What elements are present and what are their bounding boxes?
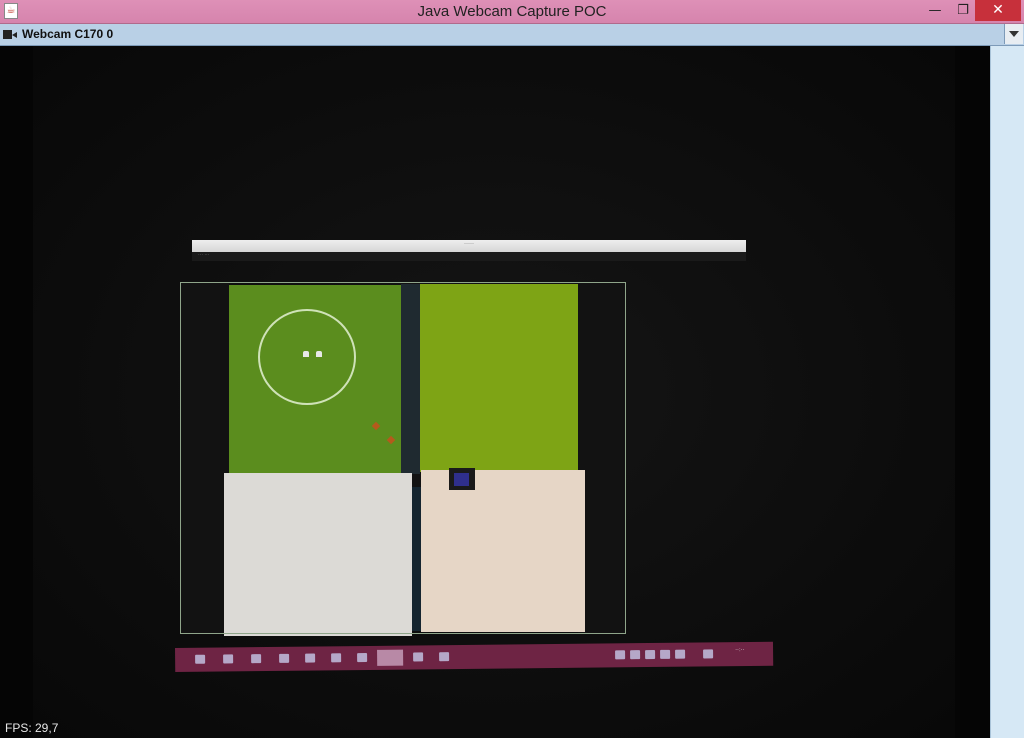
taskbar-app-icon — [439, 652, 450, 662]
right-side-panel — [990, 46, 1024, 738]
tray-icon — [703, 649, 714, 659]
fps-counter: FPS: 29,7 — [5, 721, 59, 735]
tray-icon — [675, 649, 686, 659]
captured-window-titlebar: ····· — [192, 240, 746, 252]
chevron-down-icon — [1009, 31, 1019, 37]
selected-webcam: Webcam C170 0 — [22, 27, 114, 41]
tray-icon — [630, 650, 641, 660]
camera-icon — [3, 30, 17, 39]
captured-window-menubar: ··· ··· — [192, 252, 746, 261]
game-frame-border — [180, 282, 626, 634]
start-icon — [195, 654, 206, 664]
tray-icon — [615, 650, 626, 660]
taskbar-app-icon — [331, 653, 342, 663]
webcam-dropdown-button[interactable] — [1004, 24, 1023, 44]
tray-icon — [660, 649, 671, 659]
taskbar-app-icon — [305, 653, 316, 663]
taskbar-app-icon — [279, 653, 290, 663]
restore-button[interactable]: ❐ — [950, 0, 976, 21]
window-titlebar[interactable]: ☕ Java Webcam Capture POC — ❐ ✕ — [0, 0, 1024, 24]
taskbar-app-icon — [223, 654, 234, 664]
close-button[interactable]: ✕ — [975, 0, 1021, 21]
captured-menu-text: ··· ··· — [198, 252, 210, 258]
webcam-selector[interactable]: Webcam C170 0 — [0, 24, 1024, 46]
window-title: Java Webcam Capture POC — [417, 3, 607, 20]
tray-icon — [645, 649, 656, 660]
taskbar-active-app — [377, 649, 404, 666]
minimize-button[interactable]: — — [920, 0, 950, 21]
taskbar-clock: ··:·· — [735, 647, 745, 654]
taskbar-app-icon — [413, 652, 424, 662]
captured-window-title: ····· — [464, 241, 474, 247]
taskbar-app-icon — [251, 654, 262, 664]
taskbar-app-icon — [357, 652, 368, 663]
